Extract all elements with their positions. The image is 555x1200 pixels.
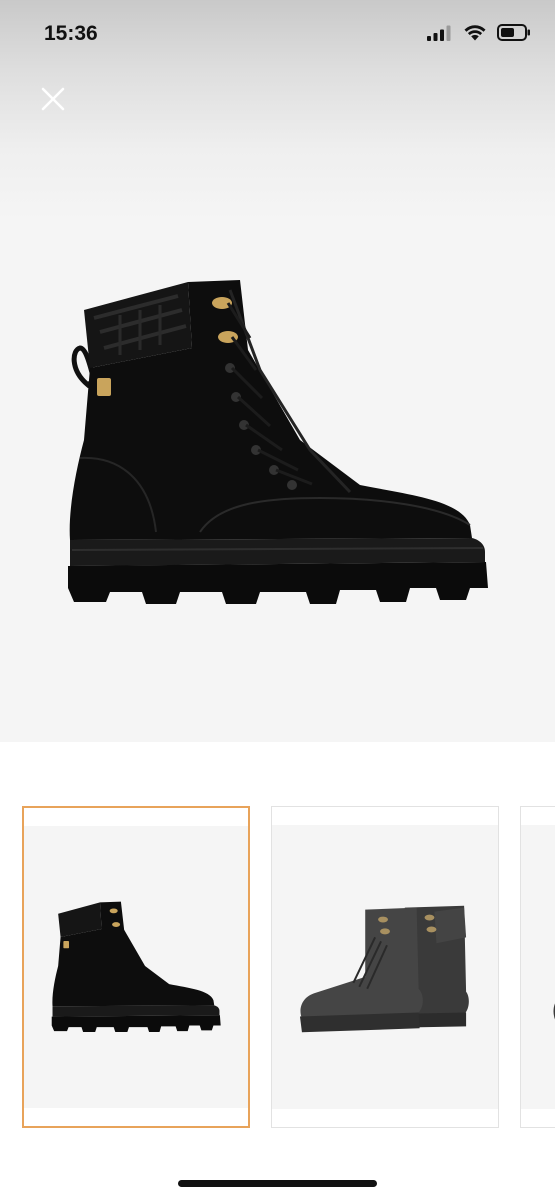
- thumbnail-2[interactable]: [271, 806, 499, 1128]
- close-icon: [41, 87, 65, 111]
- main-product-image[interactable]: [60, 270, 495, 615]
- status-icons: [427, 24, 531, 46]
- status-bar: 15:36: [0, 0, 555, 70]
- thumbnail-boot-pair-image: [299, 905, 469, 1033]
- wifi-icon: [463, 24, 487, 46]
- thumbnail-1[interactable]: [22, 806, 250, 1128]
- thumbnail-3[interactable]: [520, 806, 555, 1128]
- home-indicator: [178, 1180, 377, 1187]
- battery-icon: [497, 24, 531, 46]
- thumbnail-strip[interactable]: [0, 806, 555, 1132]
- product-image-viewer: 15:36: [0, 0, 555, 742]
- thumbnail-boot-side-image: [51, 901, 221, 1032]
- cellular-signal-icon: [427, 25, 453, 46]
- close-button[interactable]: [34, 80, 72, 118]
- status-time: 15:36: [44, 22, 98, 45]
- thumbnail-boot-partial-image: [553, 1003, 555, 1020]
